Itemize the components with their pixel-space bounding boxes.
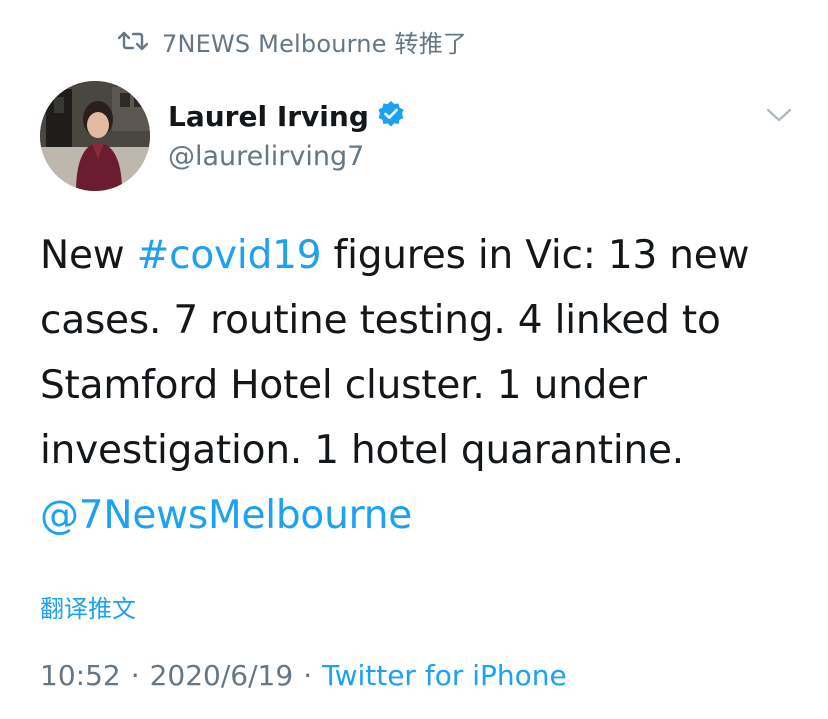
tweet-meta: 10:52 · 2020/6/19 · Twitter for iPhone bbox=[40, 656, 567, 696]
tweet-line: New #covid19 figures in Vic: 13 new bbox=[40, 223, 800, 288]
tweet-text-segment: figures in Vic: 13 new bbox=[321, 233, 750, 278]
tweet-time: 10:52 bbox=[40, 659, 121, 692]
hashtag-link[interactable]: #covid19 bbox=[137, 233, 322, 278]
tweet-date: 2020/6/19 bbox=[149, 659, 294, 692]
meta-separator: · bbox=[130, 659, 140, 692]
author-name-row[interactable]: Laurel Irving bbox=[168, 96, 405, 136]
retweet-icon bbox=[118, 30, 148, 52]
mention-link[interactable]: @7NewsMelbourne bbox=[40, 493, 412, 538]
tweet-text-segment: New bbox=[40, 233, 137, 278]
verified-badge-icon bbox=[377, 100, 405, 132]
tweet-line: investigation. 1 hotel quarantine. bbox=[40, 428, 684, 473]
tweet-line: Stamford Hotel cluster. 1 under bbox=[40, 363, 647, 408]
tweet-source-link[interactable]: Twitter for iPhone bbox=[322, 659, 567, 692]
chevron-down-icon[interactable] bbox=[766, 104, 792, 126]
avatar[interactable] bbox=[40, 81, 150, 191]
translate-tweet-link[interactable]: 翻译推文 bbox=[40, 592, 136, 626]
tweet-line: cases. 7 routine testing. 4 linked to bbox=[40, 298, 721, 343]
display-name: Laurel Irving bbox=[168, 99, 369, 133]
retweet-label: 7NEWS Melbourne 转推了 bbox=[162, 29, 468, 58]
tweet-text: New #covid19 figures in Vic: 13 new case… bbox=[40, 223, 800, 548]
author-handle[interactable]: @laurelirving7 bbox=[168, 140, 364, 174]
retweet-context[interactable]: 7NEWS Melbourne 转推了 bbox=[118, 24, 467, 58]
tweet-line: @7NewsMelbourne bbox=[40, 483, 800, 548]
meta-separator: · bbox=[303, 659, 313, 692]
